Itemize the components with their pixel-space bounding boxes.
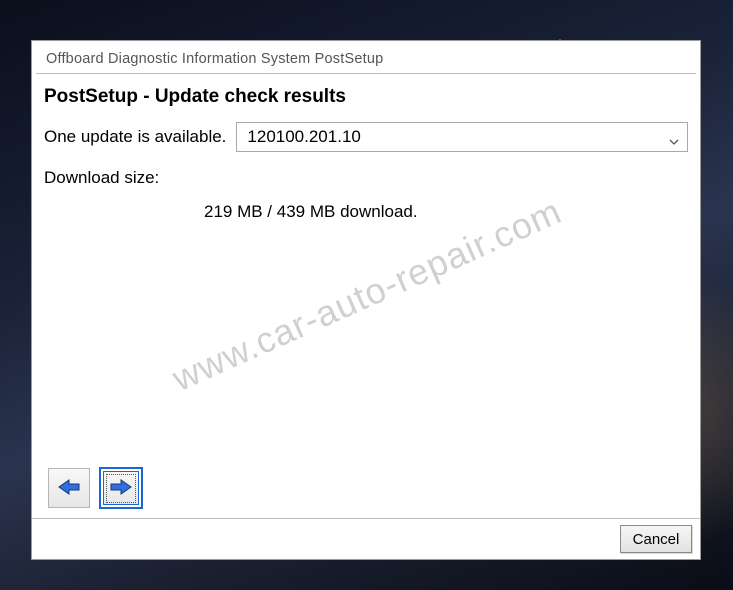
forward-button[interactable] (100, 468, 142, 508)
content-spacer (44, 222, 688, 468)
nav-buttons-row (44, 468, 688, 518)
update-available-label: One update is available. (44, 127, 226, 147)
postsetup-window: Offboard Diagnostic Information System P… (31, 40, 701, 560)
download-size-value: 219 MB / 439 MB download. (44, 202, 688, 222)
version-dropdown[interactable]: 120100.201.10 (236, 122, 688, 152)
version-dropdown-value: 120100.201.10 (247, 127, 360, 147)
window-title: Offboard Diagnostic Information System P… (32, 41, 700, 73)
chevron-down-icon (669, 132, 679, 142)
arrow-left-icon (57, 477, 81, 500)
desktop-background: Offboard Diagnostic Information System P… (0, 0, 733, 590)
back-button[interactable] (48, 468, 90, 508)
cancel-button[interactable]: Cancel (620, 525, 692, 553)
update-row: One update is available. 120100.201.10 (44, 122, 688, 152)
arrow-right-icon (109, 477, 133, 500)
download-size-label: Download size: (44, 168, 688, 188)
content-area: PostSetup - Update check results One upd… (32, 74, 700, 518)
bottom-bar: Cancel (32, 518, 700, 559)
page-heading: PostSetup - Update check results (44, 86, 688, 108)
